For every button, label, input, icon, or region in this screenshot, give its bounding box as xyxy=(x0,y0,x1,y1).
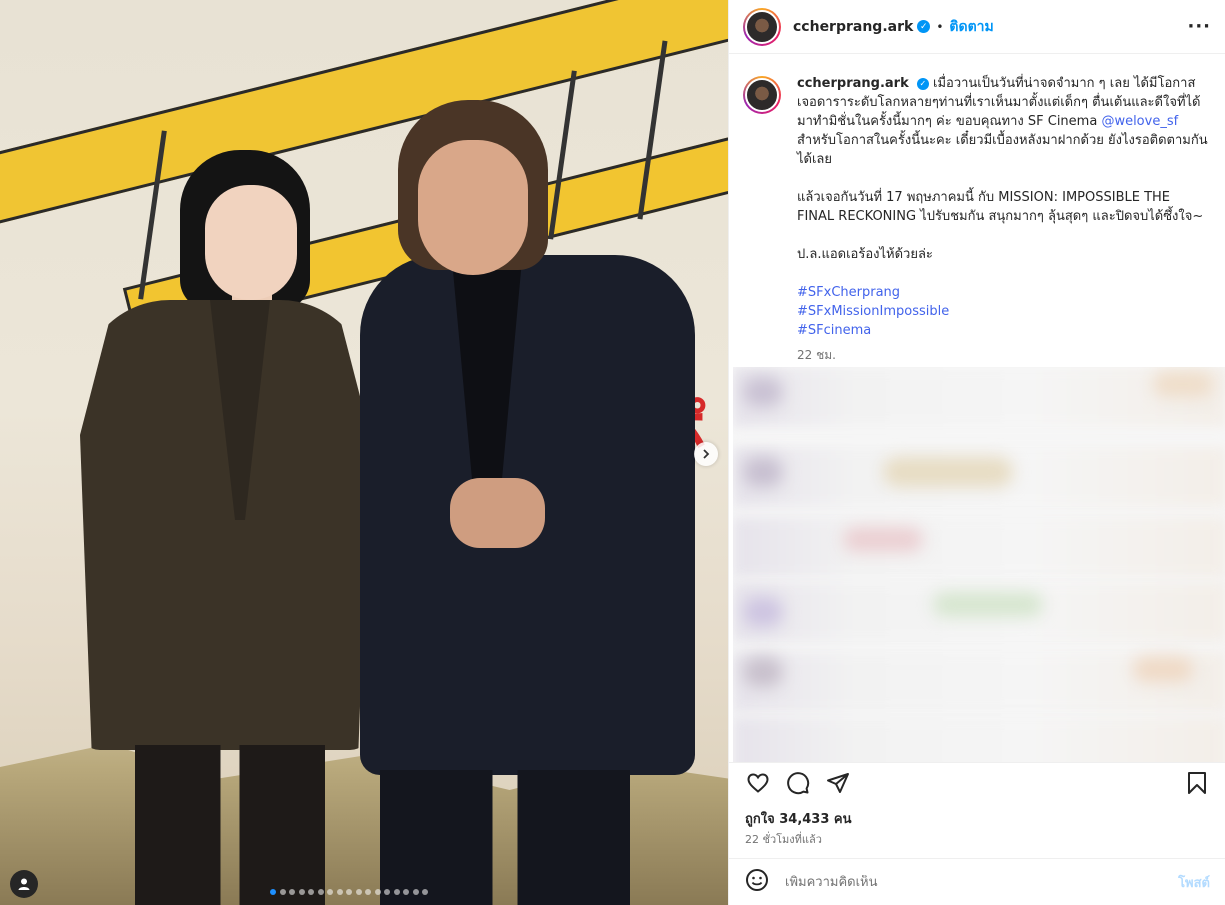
caption-time: 22 ชม. xyxy=(797,348,836,362)
user-tag-icon[interactable] xyxy=(10,870,38,898)
post-actions xyxy=(729,762,1225,802)
post-comment-button[interactable]: โพสต์ xyxy=(1178,872,1210,893)
caption-text: ccherprang.ark ✓ เมื่อวานเป็นวันที่น่าจด… xyxy=(797,74,1211,366)
man-legs xyxy=(380,770,630,905)
carousel-dot xyxy=(393,889,400,895)
man-hands xyxy=(450,478,545,548)
caption-paragraph: แล้วเจอกันวันที่ 17 พฤษภาคมนี้ กับ MISSI… xyxy=(797,190,1204,224)
avatar[interactable] xyxy=(743,76,781,114)
send-icon[interactable] xyxy=(825,770,851,796)
carousel-dot xyxy=(365,889,371,895)
mention-link[interactable]: @welove_sf xyxy=(1101,114,1178,129)
post-sidebar: ccherprang.ark ✓ • ติดตาม ··· ccherprang… xyxy=(728,0,1225,905)
post-username[interactable]: ccherprang.ark xyxy=(793,19,913,35)
carousel-dot xyxy=(346,889,352,895)
hashtag-link[interactable]: #SFxCherprang xyxy=(797,283,1211,302)
carousel-dot xyxy=(289,889,295,895)
separator-dot: • xyxy=(936,19,944,34)
chevron-right-icon[interactable] xyxy=(694,442,718,466)
carousel-dots xyxy=(270,889,428,895)
hashtag-link[interactable]: #SFxMissionImpossible xyxy=(797,302,1211,321)
post-header: ccherprang.ark ✓ • ติดตาม ··· xyxy=(729,0,1225,54)
caption-username[interactable]: ccherprang.ark xyxy=(797,76,909,91)
more-options-icon[interactable]: ··· xyxy=(1187,16,1211,37)
caption-paragraph: สำหรับโอกาสในครั้งนี้นะคะ เดี๋ยวมีเบื้อง… xyxy=(797,133,1208,167)
verified-icon: ✓ xyxy=(916,77,929,90)
carousel-dot xyxy=(422,889,428,895)
carousel-dot xyxy=(403,889,409,895)
woman-face xyxy=(205,185,297,300)
caption-area: ccherprang.ark ✓ เมื่อวานเป็นวันที่น่าจด… xyxy=(729,54,1225,366)
likes-count[interactable]: ถูกใจ 34,433 คน xyxy=(745,808,852,829)
post-timestamp: 22 ชั่วโมงที่แล้ว xyxy=(745,833,822,846)
follow-button[interactable]: ติดตาม xyxy=(949,16,993,38)
comment-icon[interactable] xyxy=(785,770,811,796)
woman-legs xyxy=(135,745,325,905)
carousel-dot xyxy=(355,889,362,895)
bookmark-icon[interactable] xyxy=(1184,770,1210,796)
man-face xyxy=(418,140,528,275)
carousel-dot xyxy=(279,889,286,895)
heart-icon[interactable] xyxy=(745,770,771,796)
carousel-dot xyxy=(327,889,333,895)
carousel-dot xyxy=(412,889,419,895)
carousel-dot xyxy=(317,889,324,895)
comment-box: โพสต์ xyxy=(729,858,1225,905)
emoji-icon[interactable] xyxy=(745,868,769,896)
caption-paragraph: ป.ล.แอดเอร้องไห้ด้วยล่ะ xyxy=(797,247,933,262)
carousel-dot xyxy=(336,889,343,895)
carousel-dot xyxy=(374,889,381,895)
hashtag-link[interactable]: #SFcinema xyxy=(797,321,1211,340)
carousel-dot xyxy=(270,889,276,895)
carousel-dot xyxy=(308,889,314,895)
comment-input[interactable] xyxy=(785,874,1179,890)
post-photo[interactable]: ポ [金] 時公 xyxy=(0,0,728,905)
carousel-dot xyxy=(384,889,390,895)
blurred-comments xyxy=(733,367,1225,762)
carousel-dot xyxy=(298,889,305,895)
avatar[interactable] xyxy=(743,7,781,46)
verified-icon: ✓ xyxy=(917,20,931,33)
